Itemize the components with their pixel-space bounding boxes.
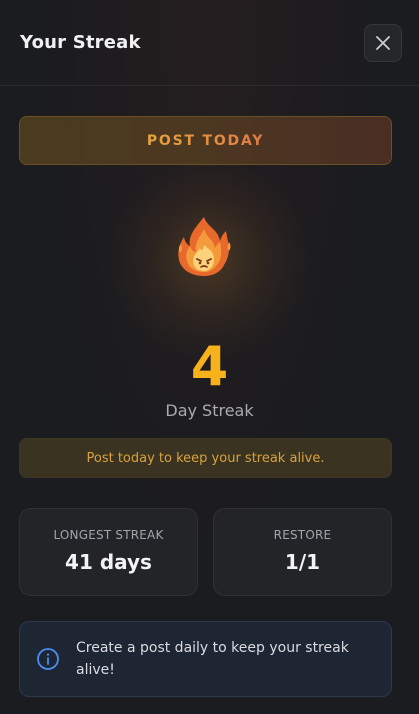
close-icon [376,35,390,50]
info-text: Create a post daily to keep your streak … [76,640,349,678]
panel-title: Your Streak [20,32,141,53]
longest-streak-label: LONGEST STREAK [53,528,164,542]
info-icon [37,648,59,670]
streak-count-label: Day Streak [165,401,254,420]
fire-icon [178,217,231,276]
restore-value: 1/1 [284,550,321,574]
info-callout: Create a post daily to keep your streak … [19,621,392,697]
panel-header: Your Streak [0,0,419,86]
close-button[interactable] [364,23,402,62]
streak-reminder-message: Post today to keep your streak alive. [19,438,392,478]
restore-label: RESTORE [273,528,332,542]
streak-panel: Your Streak POST TODAY 4 Day Streak Post… [0,0,419,714]
longest-streak-card: LONGEST STREAK 41 days [19,508,198,596]
post-today-button[interactable]: POST TODAY [19,116,392,165]
streak-count: 4 [190,335,229,398]
longest-streak-value: 41 days [65,550,152,574]
restore-card: RESTORE 1/1 [213,508,392,596]
post-today-label: POST TODAY [146,132,265,149]
